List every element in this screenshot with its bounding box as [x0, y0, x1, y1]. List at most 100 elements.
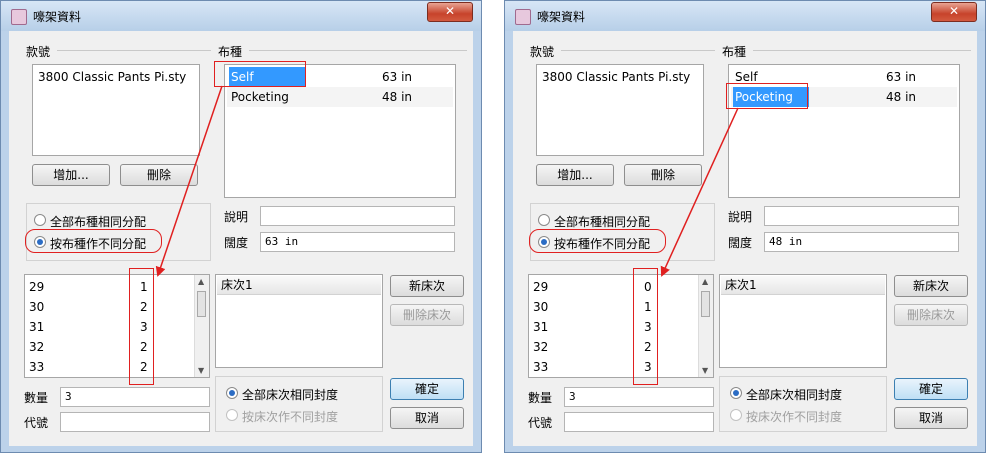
cancel-button[interactable]: 取消: [894, 407, 968, 429]
group-line: [753, 50, 971, 51]
add-button[interactable]: 增加...: [32, 164, 110, 186]
annotation-box: [633, 268, 658, 385]
scroll-up-icon[interactable]: ▲: [198, 277, 204, 286]
width-label: 闊度: [728, 236, 753, 250]
size-row[interactable]: 29 1: [27, 277, 207, 297]
group-line: [57, 50, 211, 51]
group-line: [561, 50, 715, 51]
code-label: 代號: [24, 416, 49, 430]
delete-button[interactable]: 刪除: [624, 164, 702, 186]
qty-field[interactable]: 3: [60, 387, 210, 407]
annotation-box: [129, 268, 154, 385]
cancel-button[interactable]: 取消: [390, 407, 464, 429]
desc-label: 說明: [224, 210, 249, 224]
size-row[interactable]: 30 2: [27, 297, 207, 317]
size-value: 30: [533, 300, 549, 314]
size-row[interactable]: 31 3: [531, 317, 711, 337]
code-label: 代號: [528, 416, 553, 430]
size-value: 33: [29, 360, 45, 374]
fabric-width: 48 in: [382, 90, 413, 104]
radio-all-bed-label: 全部床次相同封度: [746, 388, 843, 402]
bed-column-header[interactable]: 床次1: [721, 276, 885, 295]
size-value: 31: [29, 320, 45, 334]
radio-all-bed[interactable]: [226, 387, 238, 399]
ok-button[interactable]: 確定: [390, 378, 464, 400]
size-row[interactable]: 33 3: [531, 357, 711, 377]
size-row[interactable]: 31 3: [27, 317, 207, 337]
fabric-width: 63 in: [886, 70, 917, 84]
vertical-scrollbar[interactable]: ▲ ▼: [698, 275, 713, 377]
marker-data-dialog-1: 嚎架資料 ✕ 款號 3800 Classic Pants Pi.sty 增加..…: [0, 0, 482, 453]
scroll-thumb[interactable]: [701, 291, 710, 317]
qty-label: 數量: [24, 391, 49, 405]
ok-button[interactable]: 確定: [894, 378, 968, 400]
add-button[interactable]: 增加...: [536, 164, 614, 186]
style-label: 款號: [530, 45, 555, 59]
style-list[interactable]: 3800 Classic Pants Pi.sty: [536, 64, 704, 156]
size-value: 33: [533, 360, 549, 374]
window-title: 嚎架資料: [33, 10, 82, 24]
radio-by-bed: [226, 409, 238, 421]
scroll-up-icon[interactable]: ▲: [702, 277, 708, 286]
size-value: 29: [29, 280, 45, 294]
fabric-width: 63 in: [382, 70, 413, 84]
window-title: 嚎架資料: [537, 10, 586, 24]
radio-by-bed-label: 按床次作不同封度: [242, 410, 339, 424]
bed-list[interactable]: 床次1: [719, 274, 887, 368]
delete-button[interactable]: 刪除: [120, 164, 198, 186]
desc-field[interactable]: [260, 206, 455, 226]
size-value: 32: [533, 340, 549, 354]
code-field[interactable]: [564, 412, 714, 432]
radio-all-fabric-label: 全部布種相同分配: [554, 215, 651, 229]
size-value: 31: [533, 320, 549, 334]
close-button[interactable]: ✕: [427, 2, 473, 22]
size-value: 30: [29, 300, 45, 314]
scroll-down-icon[interactable]: ▼: [702, 366, 708, 375]
bed-list[interactable]: 床次1: [215, 274, 383, 368]
size-row[interactable]: 32 2: [27, 337, 207, 357]
size-row[interactable]: 33 2: [27, 357, 207, 377]
radio-by-bed: [730, 409, 742, 421]
scroll-thumb[interactable]: [197, 291, 206, 317]
size-row[interactable]: 29 0: [531, 277, 711, 297]
fabric-label: 布種: [722, 45, 747, 59]
size-qty-list[interactable]: 29 1 30 2 31 3 32 2 33 2 ▲ ▼: [24, 274, 210, 378]
fabric-row-pocketing[interactable]: Pocketing 48 in: [227, 87, 453, 107]
radio-all-bed-label: 全部床次相同封度: [242, 388, 339, 402]
fabric-width: 48 in: [886, 90, 917, 104]
radio-all-fabric[interactable]: [538, 214, 550, 226]
style-list[interactable]: 3800 Classic Pants Pi.sty: [32, 64, 200, 156]
radio-all-bed[interactable]: [730, 387, 742, 399]
size-qty-list[interactable]: 29 0 30 1 31 3 32 2 33 3 ▲ ▼: [528, 274, 714, 378]
code-field[interactable]: [60, 412, 210, 432]
delete-bed-button: 刪除床次: [894, 304, 968, 326]
close-button[interactable]: ✕: [931, 2, 977, 22]
radio-all-fabric[interactable]: [34, 214, 46, 226]
desc-field[interactable]: [764, 206, 959, 226]
annotation-oval: [529, 229, 666, 253]
new-bed-button[interactable]: 新床次: [894, 275, 968, 297]
annotation-box: [726, 83, 808, 109]
fabric-name: Pocketing: [231, 90, 289, 104]
group-line: [249, 50, 467, 51]
scroll-down-icon[interactable]: ▼: [198, 366, 204, 375]
qty-field[interactable]: 3: [564, 387, 714, 407]
title-bar: 嚎架資料 ✕: [1, 1, 481, 31]
style-list-item[interactable]: 3800 Classic Pants Pi.sty: [539, 67, 701, 87]
width-field[interactable]: 48 in: [764, 232, 959, 252]
marker-data-dialog-2: 嚎架資料 ✕ 款號 3800 Classic Pants Pi.sty 增加..…: [504, 0, 986, 453]
qty-label: 數量: [528, 391, 553, 405]
width-label: 闊度: [224, 236, 249, 250]
bed-column-header[interactable]: 床次1: [217, 276, 381, 295]
annotation-box: [214, 61, 306, 87]
fabric-label: 布種: [218, 45, 243, 59]
style-label: 款號: [26, 45, 51, 59]
size-row[interactable]: 32 2: [531, 337, 711, 357]
width-field[interactable]: 63 in: [260, 232, 455, 252]
annotation-oval: [25, 229, 162, 253]
size-row[interactable]: 30 1: [531, 297, 711, 317]
vertical-scrollbar[interactable]: ▲ ▼: [194, 275, 209, 377]
style-list-item[interactable]: 3800 Classic Pants Pi.sty: [35, 67, 197, 87]
new-bed-button[interactable]: 新床次: [390, 275, 464, 297]
dialog-client: 款號 3800 Classic Pants Pi.sty 增加... 刪除 布種…: [9, 31, 473, 446]
